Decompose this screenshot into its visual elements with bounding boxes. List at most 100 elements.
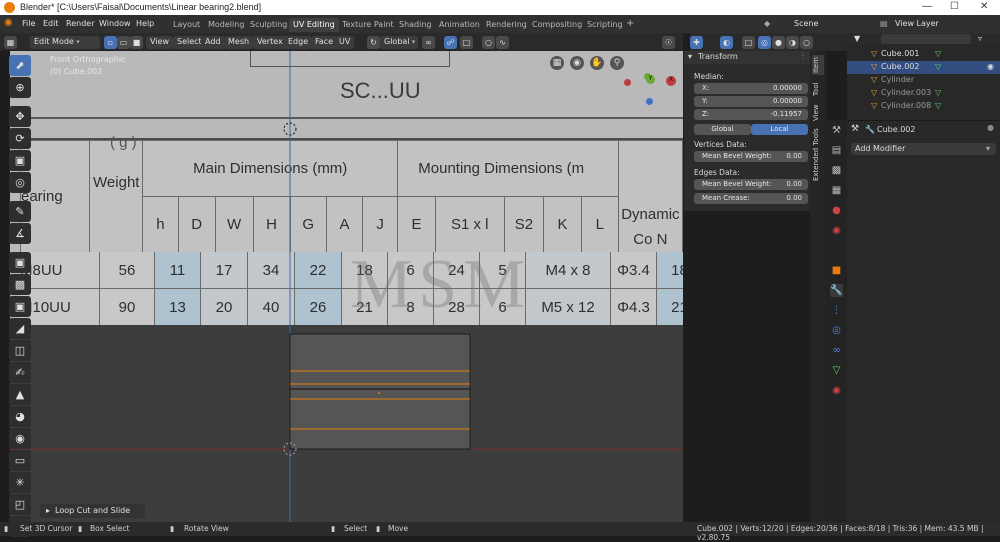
face-select-icon[interactable]: ■: [130, 36, 143, 49]
transform-header[interactable]: ▾ Transform ⋮: [684, 51, 810, 64]
blender-menu-icon[interactable]: ◉: [4, 17, 13, 28]
orientation-icon[interactable]: ↻: [367, 36, 380, 49]
shrink-fatten-tool-icon[interactable]: ✳: [9, 472, 31, 493]
tab-tool[interactable]: Tool: [812, 79, 824, 99]
zoom-icon[interactable]: ⚲: [610, 56, 624, 70]
menu-uv[interactable]: UV: [335, 36, 355, 49]
pan-hand-icon[interactable]: ✋: [590, 56, 604, 70]
poly-build-tool-icon[interactable]: ▲: [9, 384, 31, 405]
orientation-dropdown[interactable]: Global: [380, 36, 418, 49]
tab-uv-editing[interactable]: UV Editing: [289, 18, 339, 32]
move-tool-icon[interactable]: ✥: [9, 106, 31, 127]
inset-tool-icon[interactable]: ▣: [9, 296, 31, 317]
menu-view[interactable]: View: [146, 36, 173, 49]
axis-x-icon[interactable]: X: [666, 76, 676, 86]
scene-props-icon[interactable]: ●: [830, 204, 843, 217]
global-button[interactable]: Global: [694, 124, 751, 135]
local-button[interactable]: Local: [751, 124, 808, 135]
outliner-item[interactable]: ▽ Cylinder.003 ▽: [847, 87, 1000, 100]
overlay-icon[interactable]: ◐: [720, 36, 733, 49]
data-props-icon[interactable]: ▽: [830, 364, 843, 377]
tab-sculpting[interactable]: Sculpting: [246, 18, 291, 32]
add-modifier-dropdown[interactable]: Add Modifier ▾: [851, 143, 996, 155]
menu-edge[interactable]: Edge: [284, 36, 313, 49]
physics-props-icon[interactable]: ◎: [830, 324, 843, 337]
loop-cut-tool-icon[interactable]: ◫: [9, 340, 31, 361]
collapse-icon[interactable]: ▾: [688, 52, 692, 61]
add-cube-tool-icon[interactable]: ▣: [9, 252, 31, 273]
world-props-icon[interactable]: ◉: [830, 224, 843, 237]
proportional-edit-icon[interactable]: ○: [482, 36, 495, 49]
shading-wire-icon[interactable]: ◎: [758, 36, 771, 49]
select-box-tool-icon[interactable]: ⬈: [9, 55, 31, 76]
menu-vertex[interactable]: Vertex: [253, 36, 287, 49]
extrude-tool-icon[interactable]: ▩: [9, 274, 31, 295]
menu-face[interactable]: Face: [311, 36, 338, 49]
tab-modeling[interactable]: Modeling: [204, 18, 248, 32]
tab-item[interactable]: Item: [812, 55, 824, 75]
view-layer-name[interactable]: View Layer: [895, 19, 939, 28]
median-y-field[interactable]: Y: 0.00000: [694, 96, 808, 107]
tab-scripting[interactable]: Scripting: [583, 18, 627, 32]
minimize-button[interactable]: —: [922, 1, 932, 12]
eye-icon[interactable]: ◉: [987, 62, 994, 71]
measure-tool-icon[interactable]: ∡: [9, 223, 31, 244]
menu-help[interactable]: Help: [136, 19, 154, 28]
bevel-tool-icon[interactable]: ◢: [9, 318, 31, 339]
view-layer-icon[interactable]: ▤: [880, 19, 888, 28]
snap-target-icon[interactable]: □: [460, 36, 473, 49]
menu-window[interactable]: Window: [99, 19, 131, 28]
shear-tool-icon[interactable]: ◰: [9, 494, 31, 515]
mean-crease-field[interactable]: Mean Crease: 0.00: [694, 193, 808, 204]
cursor-tool-icon[interactable]: ⊕: [9, 77, 31, 98]
drag-handle-icon[interactable]: ⋮: [799, 51, 807, 60]
grid-view-icon[interactable]: ▦: [550, 56, 564, 70]
axis-y-icon[interactable]: Y: [646, 75, 655, 84]
axis-neg-x-icon[interactable]: [624, 79, 631, 86]
outliner-item[interactable]: ▽ Cylinder.008 ▽: [847, 100, 1000, 113]
axis-z-icon[interactable]: [646, 98, 653, 105]
outliner-item-selected[interactable]: ▽ Cube.002 ▽ ◉: [847, 61, 1000, 74]
transform-tool-icon[interactable]: ◎: [9, 172, 31, 193]
output-props-icon[interactable]: ▩: [830, 164, 843, 177]
vertex-bevel-weight-field[interactable]: Mean Bevel Weight: 0.00: [694, 151, 808, 162]
rotate-tool-icon[interactable]: ⟳: [9, 128, 31, 149]
modifier-props-icon[interactable]: 🔧: [830, 284, 843, 297]
tab-compositing[interactable]: Compositing: [528, 18, 586, 32]
knife-tool-icon[interactable]: ✍: [9, 362, 31, 383]
falloff-icon[interactable]: ∿: [496, 36, 509, 49]
tab-texture-paint[interactable]: Texture Paint: [338, 18, 398, 32]
close-window-button[interactable]: ✕: [980, 1, 988, 12]
last-operator-panel[interactable]: ▸ Loop Cut and Slide: [40, 504, 145, 518]
tab-layout[interactable]: Layout: [169, 18, 204, 32]
vertex-select-icon[interactable]: ▫: [104, 36, 117, 49]
smooth-tool-icon[interactable]: ◉: [9, 428, 31, 449]
3d-viewport[interactable]: SC...UU earing Weight Main Dimensions (m…: [10, 51, 683, 522]
xray-icon[interactable]: □: [742, 36, 755, 49]
pin-icon[interactable]: ●: [987, 123, 994, 132]
gizmo-icon[interactable]: ✚: [690, 36, 703, 49]
props-editor-type-icon[interactable]: ⚒: [851, 124, 859, 134]
scene-name[interactable]: Scene: [794, 19, 818, 28]
shading-material-icon[interactable]: ◑: [786, 36, 799, 49]
tab-rendering[interactable]: Rendering: [482, 18, 531, 32]
add-workspace-button[interactable]: +: [622, 16, 638, 30]
shading-solid-icon[interactable]: ●: [772, 36, 785, 49]
material-props-icon[interactable]: ◉: [830, 384, 843, 397]
tab-shading[interactable]: Shading: [395, 18, 436, 32]
camera-icon[interactable]: ◉: [570, 56, 584, 70]
menu-edit[interactable]: Edit: [43, 19, 59, 28]
pivot-icon[interactable]: ∞: [422, 36, 435, 49]
object-name-field[interactable]: 🔧 Cube.002: [865, 125, 985, 136]
median-z-field[interactable]: Z: -0.11957: [694, 109, 808, 120]
view-layer-props-icon[interactable]: ▦: [830, 184, 843, 197]
edge-bevel-weight-field[interactable]: Mean Bevel Weight: 0.00: [694, 179, 808, 190]
tab-animation[interactable]: Animation: [435, 18, 484, 32]
annotate-tool-icon[interactable]: ✎: [9, 201, 31, 222]
tool-props-icon[interactable]: ⚒: [830, 124, 843, 137]
outliner-item[interactable]: ▽ Cube.001 ▽: [847, 48, 1000, 61]
shading-render-icon[interactable]: ○: [800, 36, 813, 49]
edge-select-icon[interactable]: ▭: [117, 36, 130, 49]
menu-mesh[interactable]: Mesh: [224, 36, 254, 49]
expand-icon[interactable]: ▸: [46, 506, 50, 515]
